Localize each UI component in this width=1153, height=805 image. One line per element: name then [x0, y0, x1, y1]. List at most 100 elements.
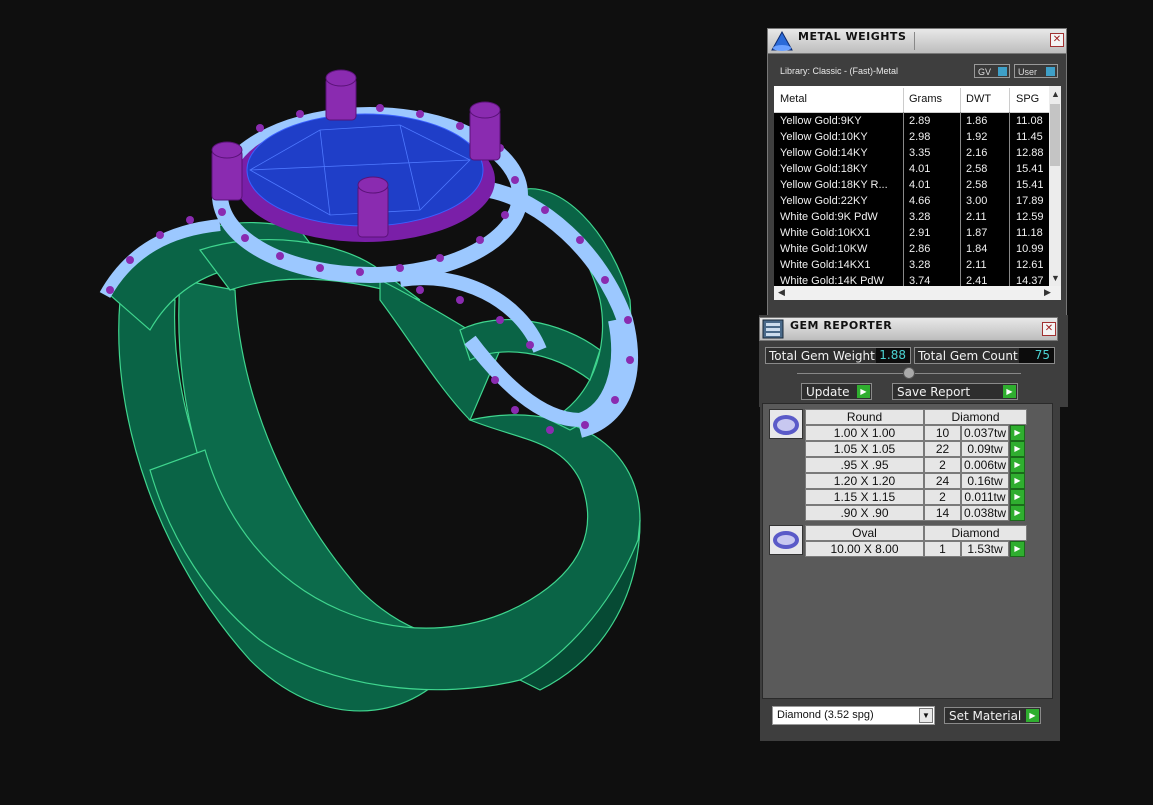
table-cell: 2.89 [909, 115, 931, 127]
size-slider-knob[interactable] [903, 367, 915, 379]
chevron-down-icon[interactable]: ▼ [919, 708, 933, 723]
table-cell: 2.11 [966, 259, 987, 271]
gem-weight: 0.16tw [961, 473, 1009, 489]
update-button[interactable]: Update ▶ [801, 383, 872, 400]
select-gems-button[interactable]: ▶ [1010, 473, 1025, 489]
close-icon[interactable]: ✕ [1042, 322, 1056, 336]
table-row[interactable]: White Gold:10KW 2.86 1.84 10.99 [774, 241, 1049, 257]
metal-table[interactable]: Metal Grams DWT SPG Yellow Gold:9KY 2.89 1… [774, 86, 1061, 286]
select-gems-button[interactable]: ▶ [1010, 457, 1025, 473]
gem-size: 1.00 X 1.00 [805, 425, 924, 441]
table-cell: 4.01 [909, 163, 931, 175]
select-gems-button[interactable]: ▶ [1010, 541, 1025, 557]
table-cell: 2.86 [909, 243, 931, 255]
gv-toggle[interactable]: GV [974, 64, 1010, 78]
metal-weights-icon [771, 30, 793, 51]
table-cell: Yellow Gold:22KY [780, 195, 868, 207]
scroll-down-icon[interactable]: ▼ [1051, 272, 1060, 284]
gem-count: 10 [924, 425, 961, 441]
material-select[interactable]: Diamond (3.52 spg) ▼ [772, 706, 935, 725]
table-cell: White Gold:14K PdW [780, 275, 884, 286]
vertical-scrollbar[interactable]: ▲ ▼ [1049, 86, 1061, 286]
table-cell: 2.41 [966, 275, 988, 286]
gem-reporter-title: GEM REPORTER [790, 319, 893, 332]
table-cell: 1.87 [966, 227, 988, 239]
save-report-button[interactable]: Save Report ▶ [892, 383, 1018, 400]
play-icon: ▶ [857, 385, 870, 398]
col-spg[interactable]: SPG [1016, 93, 1039, 105]
scroll-right-icon[interactable]: ▶ [1044, 287, 1051, 299]
gem-size: 1.15 X 1.15 [805, 489, 924, 505]
table-row[interactable]: Yellow Gold:9KY 2.89 1.86 11.08 [774, 113, 1049, 129]
select-gems-button[interactable]: ▶ [1010, 489, 1025, 505]
table-cell: 1.84 [966, 243, 988, 255]
select-gems-button[interactable]: ▶ [1010, 441, 1025, 457]
gem-count: 2 [924, 457, 961, 473]
gem-count: 14 [924, 505, 961, 521]
table-cell: 4.01 [909, 179, 931, 191]
table-cell: 1.86 [966, 115, 988, 127]
shape-header: Oval [805, 525, 924, 541]
gem-weight: 0.037tw [961, 425, 1009, 441]
table-cell: White Gold:10KW [780, 243, 868, 255]
table-cell: Yellow Gold:18KY R... [780, 179, 888, 191]
table-row[interactable]: Yellow Gold:22KY 4.66 3.00 17.89 [774, 193, 1049, 209]
close-icon[interactable]: ✕ [1050, 33, 1064, 47]
gem-weight: 1.53tw [961, 541, 1009, 557]
table-cell: Yellow Gold:9KY [780, 115, 862, 127]
table-cell: 1.92 [966, 131, 988, 143]
metal-weights-titlebar[interactable]: METAL WEIGHTS ✕ [768, 29, 1066, 54]
gem-reporter-titlebar[interactable]: GEM REPORTER ✕ [759, 317, 1058, 341]
metal-weights-title: METAL WEIGHTS [798, 30, 907, 43]
gv-label: GV [978, 67, 992, 77]
gem-size: .90 X .90 [805, 505, 924, 521]
table-row[interactable]: White Gold:14K PdW 3.74 2.41 14.37 [774, 273, 1049, 286]
gem-weight: 0.011tw [961, 489, 1009, 505]
select-gems-button[interactable]: ▶ [1010, 425, 1025, 441]
gem-count: 22 [924, 441, 961, 457]
gem-size: 1.05 X 1.05 [805, 441, 924, 457]
user-toggle[interactable]: User [1014, 64, 1058, 78]
gv-indicator [998, 67, 1007, 76]
table-cell: 3.74 [909, 275, 931, 286]
table-cell: Yellow Gold:14KY [780, 147, 868, 159]
col-metal[interactable]: Metal [780, 93, 807, 105]
table-cell: Yellow Gold:10KY [780, 131, 868, 143]
horizontal-scrollbar[interactable]: ◀ ▶ [774, 286, 1061, 300]
ring-model [99, 69, 641, 712]
table-row[interactable]: Yellow Gold:14KY 3.35 2.16 12.88 [774, 145, 1049, 161]
set-material-button[interactable]: Set Material ▶ [944, 707, 1041, 724]
library-label: Library: Classic - (Fast)-Metal [780, 66, 899, 76]
col-grams[interactable]: Grams [909, 93, 942, 105]
table-cell: White Gold:9K PdW [780, 211, 878, 223]
play-icon: ▶ [1003, 385, 1016, 398]
3d-viewport[interactable] [0, 0, 760, 801]
table-row[interactable]: White Gold:9K PdW 3.28 2.11 12.59 [774, 209, 1049, 225]
table-row[interactable]: White Gold:10KX1 2.91 1.87 11.18 [774, 225, 1049, 241]
play-icon: ▶ [1026, 709, 1039, 722]
gem-count: 24 [924, 473, 961, 489]
scroll-thumb[interactable] [1050, 104, 1060, 166]
user-indicator [1046, 67, 1055, 76]
col-dwt[interactable]: DWT [966, 93, 991, 105]
save-report-label: Save Report [897, 385, 971, 399]
gem-reporter-icon [762, 319, 784, 339]
total-gem-weight-field: Total Gem Weight 1.88 [765, 347, 911, 364]
select-gems-button[interactable]: ▶ [1010, 505, 1025, 521]
table-cell: 2.16 [966, 147, 988, 159]
table-cell: White Gold:10KX1 [780, 227, 871, 239]
table-cell: 2.91 [909, 227, 931, 239]
table-cell: 2.58 [966, 163, 988, 175]
total-gem-weight-value: 1.88 [876, 348, 910, 363]
user-label: User [1018, 67, 1038, 77]
total-gem-count-value: 75 [1019, 348, 1054, 363]
table-cell: 2.98 [909, 131, 931, 143]
table-row[interactable]: Yellow Gold:10KY 2.98 1.92 11.45 [774, 129, 1049, 145]
scroll-up-icon[interactable]: ▲ [1051, 88, 1060, 100]
table-cell: Yellow Gold:18KY [780, 163, 868, 175]
scroll-left-icon[interactable]: ◀ [778, 287, 785, 299]
table-cell: 3.28 [909, 259, 931, 271]
table-row[interactable]: Yellow Gold:18KY R... 4.01 2.58 15.41 [774, 177, 1049, 193]
table-row[interactable]: Yellow Gold:18KY 4.01 2.58 15.41 [774, 161, 1049, 177]
table-row[interactable]: White Gold:14KX1 3.28 2.11 12.61 [774, 257, 1049, 273]
